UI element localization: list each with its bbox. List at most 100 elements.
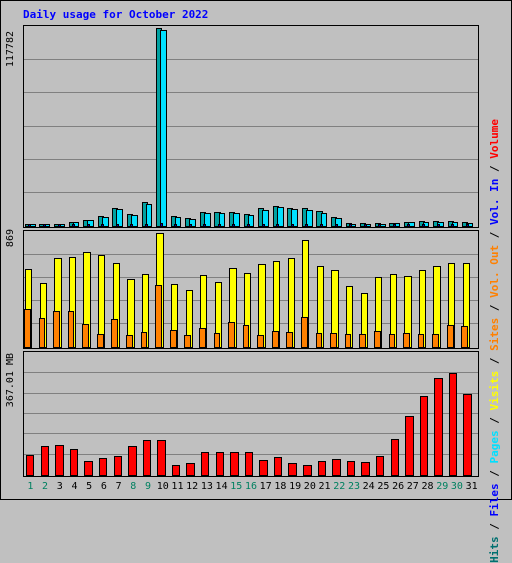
day-column [228,26,243,227]
day-label-5: 5 [86,481,93,492]
bar-sites [330,333,337,348]
bar-sites [198,328,206,348]
day-column [53,352,68,476]
day-column [345,26,360,227]
legend-item-pages: Pages [488,430,501,464]
day-label-19: 19 [289,481,302,492]
day-column [447,352,462,476]
legend-separator: / [488,463,501,484]
legend-separator: / [488,410,501,431]
day-column [344,231,360,348]
day-column [53,26,68,227]
day-label-3: 3 [56,481,63,492]
day-column [126,352,141,476]
day-column [330,352,345,476]
day-column [140,231,156,348]
bar-volume [98,458,108,476]
bar-pages [232,224,236,227]
bar-sites [403,333,410,348]
bar-sites [126,335,133,348]
day-column [272,26,287,227]
day-column [214,26,229,227]
day-label-11: 11 [171,481,184,492]
day-column [111,26,126,227]
day-label-27: 27 [406,481,419,492]
bar-volume [142,440,152,476]
legend-separator: / [488,224,501,245]
day-label-15: 15 [230,481,243,492]
bar-volume [405,416,414,476]
bar-sites [359,334,367,348]
bar-pages [392,224,396,227]
bar-sites [461,326,469,348]
day-column [39,26,54,227]
day-label-18: 18 [274,481,287,492]
bar-pages [28,224,32,227]
volume-axis-max-label: 367.01 MB [5,353,16,408]
day-column [301,26,316,227]
day-column [432,352,447,476]
legend-item-vol-in: Vol. In [488,178,501,225]
day-column [184,352,199,476]
day-column [330,26,345,227]
day-column [447,26,462,227]
day-column [243,26,258,227]
day-column [374,26,389,227]
day-column [359,26,374,227]
day-column [169,231,185,348]
bar-sites [38,318,46,348]
legend: Hits / Files / Pages / Visits / Sites / … [488,119,509,563]
bar-pages [261,224,265,227]
day-column [141,352,156,476]
bar-pages [188,224,192,227]
day-column [417,231,433,348]
bar-sites [140,332,148,348]
day-column [432,231,447,348]
day-column [461,26,476,227]
day-label-24: 24 [362,481,375,492]
bar-pages [247,224,251,227]
day-label-10: 10 [156,481,169,492]
bar-pages [422,224,426,227]
day-column [432,26,447,227]
bar-volume [434,378,443,476]
bar-pages [305,224,309,227]
day-label-6: 6 [100,481,107,492]
legend-stack: Hits / Files / Pages / Visits / Sites / … [488,119,501,563]
hits-axis-max-label: 117782 [5,31,16,68]
day-axis-labels: 1 2 3 4 5 6 7 8 9 10 11 12 13 14 15 16 17 18 19 20 21 22 23 24 2… [23,480,479,496]
day-column [242,231,258,348]
bar-volume [200,452,210,476]
bar-pages [174,224,178,227]
day-column [389,352,404,476]
day-label-22: 22 [333,481,346,492]
day-column [373,231,389,348]
bar-volume [303,465,312,476]
volume-plot-area [24,352,478,476]
bar-pages [130,224,134,227]
day-column [315,231,331,348]
day-column [461,352,476,476]
day-label-26: 26 [392,481,405,492]
bar-pages [57,224,61,227]
day-column [24,231,39,348]
bar-sites [432,334,439,348]
bar-pages [101,224,105,227]
bar-volume [346,461,356,476]
bar-volume [215,452,225,476]
legend-separator: / [488,516,501,537]
day-column [461,231,476,348]
legend-item-volume: Volume [488,119,501,159]
day-column [403,231,418,348]
bar-volume [419,396,429,476]
bar-volume [244,452,254,476]
bar-pages [407,224,411,227]
bar-volume [259,460,268,476]
bar-volume [157,440,166,476]
day-column [184,26,199,227]
legend-item-visits: Visits [488,370,501,411]
bar-pages [349,224,353,227]
day-column [198,231,214,348]
day-column [374,352,389,476]
day-column [286,26,301,227]
